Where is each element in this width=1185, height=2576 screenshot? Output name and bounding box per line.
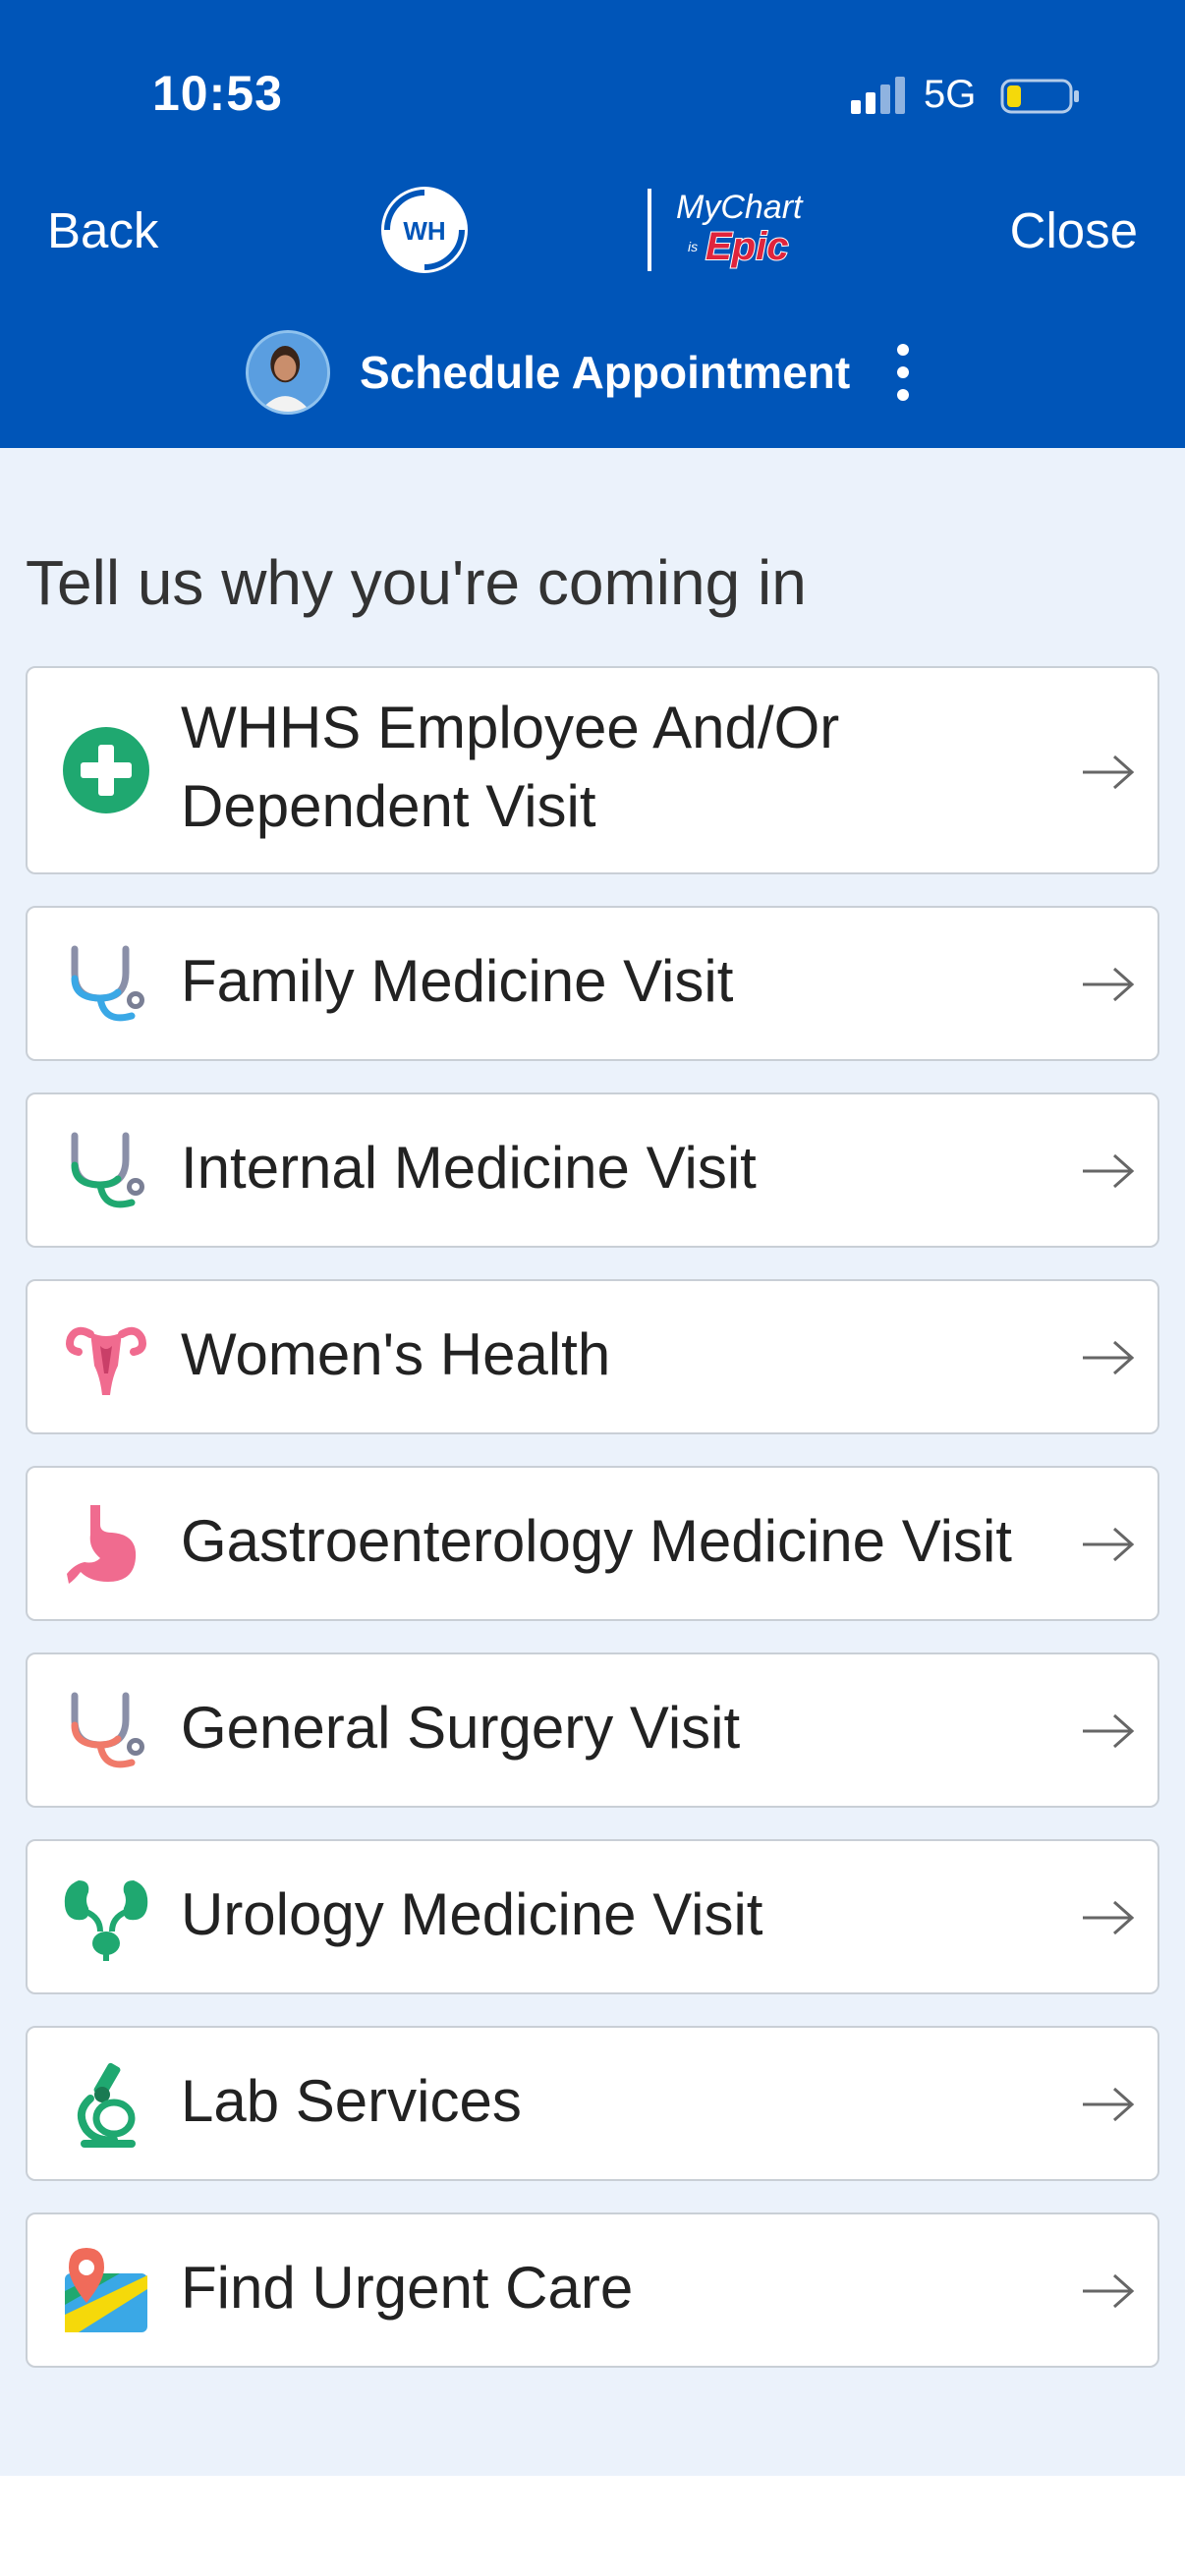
arrow-right-icon [1083, 967, 1135, 1002]
arrow-right-icon [1083, 2273, 1135, 2309]
user-avatar-icon [249, 333, 327, 412]
header-divider [648, 189, 651, 271]
option-label: Women's Health [181, 1321, 611, 1387]
arrow-right-icon [1083, 1713, 1135, 1749]
back-button[interactable]: Back [47, 201, 158, 259]
arrow-right-icon [1083, 1153, 1135, 1189]
green-cross-icon [63, 727, 149, 813]
option-internal-medicine-visit[interactable]: Internal Medicine Visit [26, 1092, 1159, 1248]
close-button[interactable]: Close [1010, 201, 1138, 259]
option-urology-visit[interactable]: Urology Medicine Visit [26, 1839, 1159, 1994]
option-label: General Surgery Visit [181, 1695, 741, 1761]
more-options-icon[interactable] [888, 340, 918, 405]
arrow-right-icon [1083, 755, 1135, 790]
arrow-right-icon [1083, 1340, 1135, 1375]
option-gastroenterology-visit[interactable]: Gastroenterology Medicine Visit [26, 1466, 1159, 1621]
option-employee-dependent-visit[interactable]: WHHS Employee And/Or Dependent Visit [26, 666, 1159, 874]
svg-text:WH: WH [403, 216, 445, 246]
option-label: Family Medicine Visit [181, 948, 734, 1014]
option-label: WHHS Employee And/Or [181, 695, 840, 760]
option-label: Urology Medicine Visit [181, 1881, 763, 1947]
option-label-line2: Dependent Visit [181, 773, 596, 839]
option-general-surgery-visit[interactable]: General Surgery Visit [26, 1652, 1159, 1808]
option-label: Internal Medicine Visit [181, 1135, 757, 1201]
option-label: Gastroenterology Medicine Visit [181, 1508, 1012, 1574]
svg-text:MyChart: MyChart [676, 189, 804, 226]
section-heading: Tell us why you're coming in [26, 547, 807, 618]
avatar[interactable] [246, 330, 330, 415]
svg-text:Epic: Epic [705, 225, 788, 268]
stethoscope-icon [71, 1132, 144, 1208]
kidneys-icon [64, 1880, 148, 1961]
option-lab-services[interactable]: Lab Services [26, 2026, 1159, 2181]
signal-icon [851, 77, 905, 114]
stomach-icon [67, 1505, 137, 1584]
mychart-epic-logo: MyChart is Epic [676, 189, 804, 269]
status-time: 10:53 [152, 66, 283, 121]
stethoscope-icon [71, 945, 144, 1022]
option-label: Lab Services [181, 2068, 522, 2134]
uterus-icon [66, 1326, 146, 1395]
option-womens-health[interactable]: Women's Health [26, 1279, 1159, 1434]
map-pin-icon [65, 2248, 147, 2332]
microscope-icon [77, 2062, 136, 2148]
arrow-right-icon [1083, 1527, 1135, 1562]
page-title: Schedule Appointment [360, 347, 851, 398]
stethoscope-icon [71, 1692, 144, 1768]
option-label: Find Urgent Care [181, 2255, 634, 2321]
battery-icon [1000, 79, 1079, 114]
option-family-medicine-visit[interactable]: Family Medicine Visit [26, 906, 1159, 1061]
network-label: 5G [924, 73, 977, 116]
svg-text:is: is [688, 239, 698, 254]
arrow-right-icon [1083, 2087, 1135, 2122]
app-header: 10:53 5G Back WH MyChart is Epic Close S… [0, 0, 1185, 448]
option-find-urgent-care[interactable]: Find Urgent Care [26, 2212, 1159, 2368]
wh-logo-icon: WH [381, 187, 468, 273]
arrow-right-icon [1083, 1900, 1135, 1935]
title-row: Schedule Appointment [0, 330, 1185, 415]
main-content: Tell us why you're coming in WHHS Employ… [0, 448, 1185, 2476]
